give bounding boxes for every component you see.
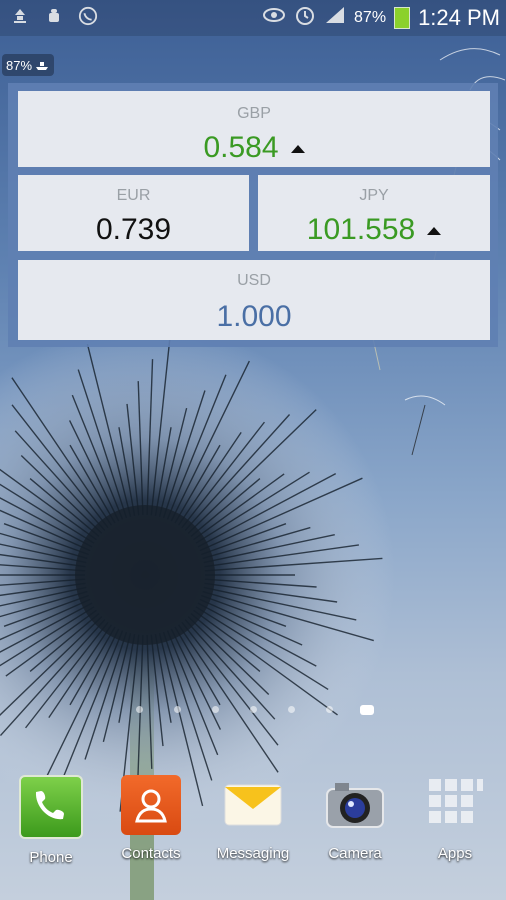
page-dot[interactable] bbox=[174, 706, 181, 713]
currency-value: 101.558 bbox=[306, 213, 416, 246]
messaging-icon bbox=[223, 775, 283, 835]
contacts-icon bbox=[121, 775, 181, 835]
ship-icon bbox=[36, 62, 49, 70]
currency-value: 1.000 bbox=[216, 300, 292, 333]
dock-app-label: Contacts bbox=[121, 845, 181, 862]
currency-value: 0.739 bbox=[95, 213, 172, 246]
dock-app-label: Phone bbox=[29, 849, 73, 866]
page-dot[interactable] bbox=[326, 706, 333, 713]
currency-code: GBP bbox=[237, 105, 271, 122]
currency-code: USD bbox=[237, 272, 271, 289]
currency-usd[interactable]: USD 1.000 bbox=[18, 260, 490, 340]
trend-up-icon bbox=[427, 227, 442, 236]
battery-widget[interactable]: 87% bbox=[2, 54, 54, 76]
whatsapp-icon bbox=[78, 6, 98, 26]
eye-icon bbox=[262, 7, 286, 28]
android-debug-icon bbox=[44, 6, 64, 26]
phone-icon bbox=[19, 775, 83, 839]
page-dot[interactable] bbox=[212, 706, 219, 713]
dock-app-camera[interactable]: Camera bbox=[305, 770, 405, 862]
dock-app-contacts[interactable]: Contacts bbox=[101, 770, 201, 862]
alarm-icon bbox=[294, 4, 316, 31]
page-dot-active[interactable] bbox=[360, 705, 374, 715]
signal-icon bbox=[324, 5, 346, 30]
app-dock: Phone Contacts Messaging Camera Apps bbox=[0, 770, 506, 870]
currency-code: JPY bbox=[359, 187, 389, 204]
dock-app-phone[interactable]: Phone bbox=[1, 770, 101, 866]
camera-icon bbox=[325, 775, 385, 835]
clock-time: 1:24 PM bbox=[418, 4, 500, 30]
currency-code: EUR bbox=[116, 187, 151, 204]
page-dot[interactable] bbox=[250, 706, 257, 713]
dock-app-label: Camera bbox=[328, 845, 382, 862]
battery-percentage: 87% bbox=[354, 8, 387, 26]
trend-up-icon bbox=[290, 145, 305, 154]
battery-widget-label: 87% bbox=[6, 57, 33, 73]
currency-widget: GBP 0.584 EUR 0.739 JPY 101.558 USD 1.00… bbox=[8, 83, 498, 347]
page-dot[interactable] bbox=[136, 706, 143, 713]
currency-eur[interactable]: EUR 0.739 bbox=[18, 175, 249, 251]
status-bar: 87% 1:24 PM bbox=[0, 0, 506, 36]
battery-icon bbox=[394, 6, 411, 29]
currency-jpy[interactable]: JPY 101.558 bbox=[258, 175, 490, 251]
dock-app-label: Apps bbox=[437, 845, 473, 862]
dock-app-messaging[interactable]: Messaging bbox=[203, 770, 303, 862]
currency-value: 0.584 bbox=[203, 131, 279, 164]
upload-icon bbox=[10, 6, 30, 26]
dock-app-apps[interactable]: Apps bbox=[405, 770, 505, 862]
apps-grid-icon bbox=[425, 775, 485, 835]
currency-gbp[interactable]: GBP 0.584 bbox=[18, 91, 490, 167]
page-indicator bbox=[0, 704, 506, 716]
page-dot[interactable] bbox=[288, 706, 295, 713]
dock-app-label: Messaging bbox=[216, 845, 290, 862]
